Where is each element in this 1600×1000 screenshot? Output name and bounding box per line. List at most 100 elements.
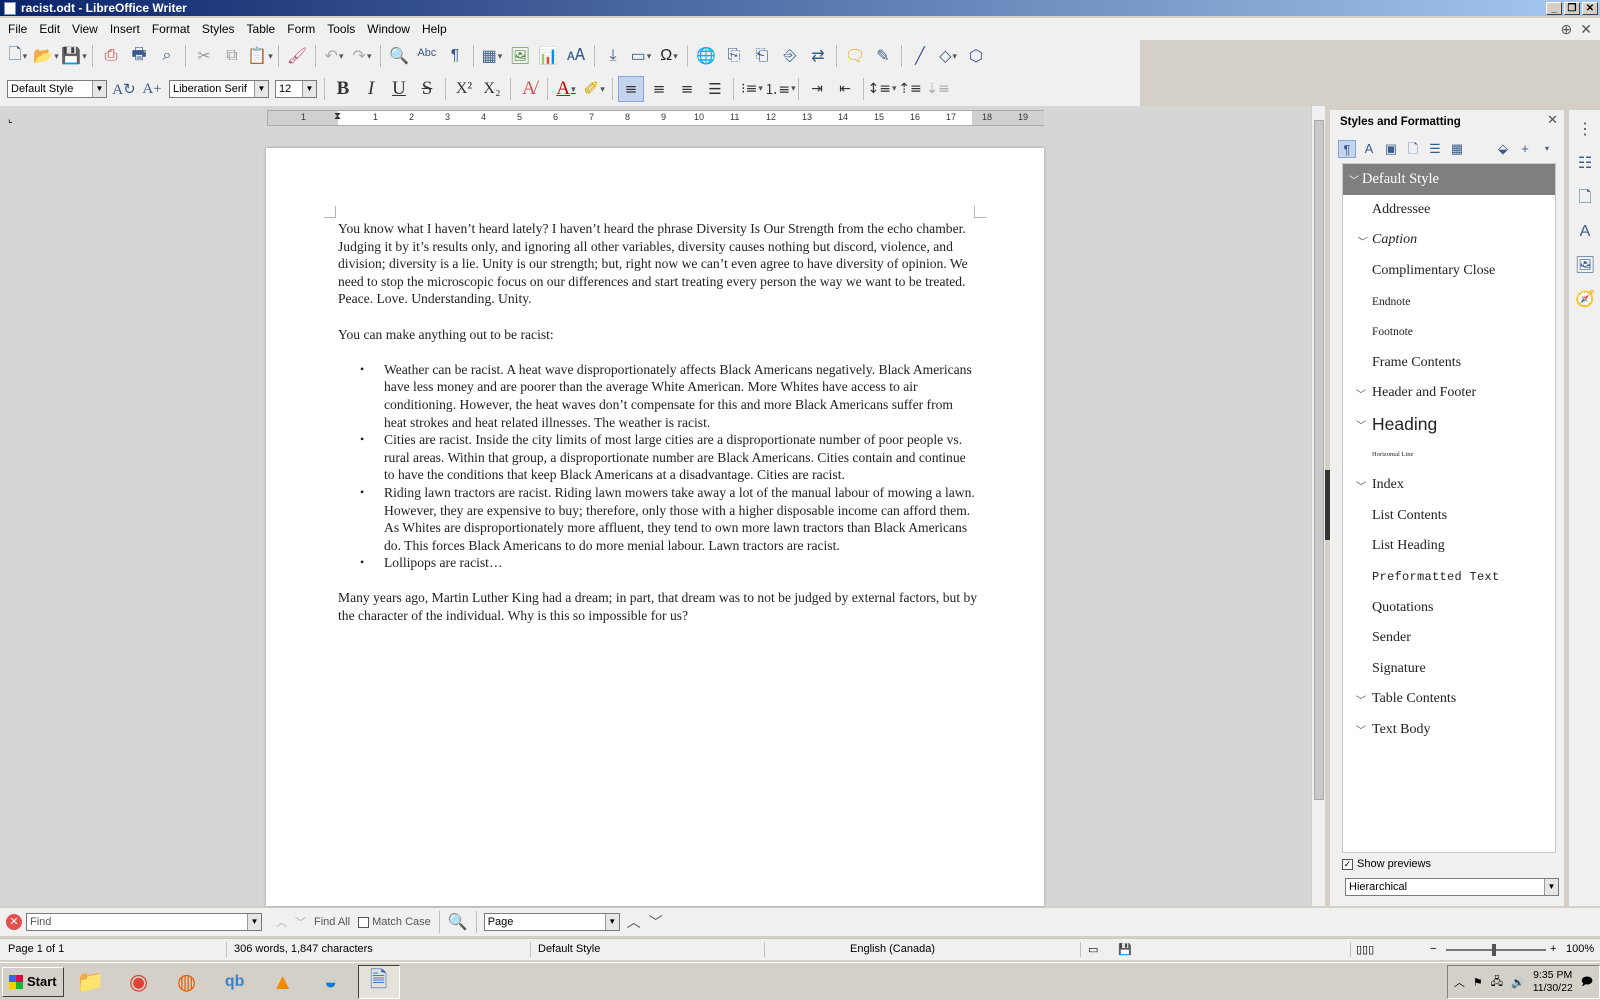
styles-list[interactable]: ﹀ Default Style Addressee ﹀ Caption Complimen…	[1342, 163, 1556, 853]
restore-button[interactable]: ❐	[1564, 1, 1580, 15]
expand-icon[interactable]: ﹀	[1356, 417, 1366, 432]
checkbox[interactable]: ✓	[1342, 858, 1353, 870]
chevron-down-icon[interactable]: ▼	[1544, 879, 1558, 895]
chevron-down-icon[interactable]: ▼	[254, 81, 268, 97]
search-scope-combo[interactable]: Page ▼	[483, 913, 620, 931]
menu-window[interactable]: Window	[361, 18, 416, 40]
paragraph[interactable]: You can make anything out to be racist:	[338, 326, 978, 344]
notification-icon[interactable]: 🗩	[1581, 973, 1593, 992]
copy-icon[interactable]: ⧉	[219, 43, 245, 69]
print-icon[interactable]: 🖶	[126, 43, 152, 69]
menu-format[interactable]: Format	[146, 18, 196, 40]
style-item[interactable]: ﹀ Heading	[1343, 409, 1555, 440]
increase-paragraph-spacing-icon[interactable]: ⇡≡	[897, 76, 923, 102]
show-hidden-icons-icon[interactable]: ︿	[1454, 974, 1465, 990]
navigate-up-icon[interactable]: ︿	[627, 912, 641, 932]
font-size-combo[interactable]: 12 ▼	[275, 80, 317, 98]
menu-file[interactable]: File	[2, 18, 33, 40]
globe-icon[interactable]: ⊕	[1561, 21, 1573, 38]
find-replace-icon[interactable]: 🔍	[386, 43, 412, 69]
checkbox[interactable]	[358, 916, 370, 928]
close-findbar-icon[interactable]: ✕	[6, 914, 22, 930]
find-next-icon[interactable]: ﹀	[295, 914, 306, 930]
comment-icon[interactable]: 🗨	[842, 43, 868, 69]
list-item[interactable]: Cities are racist. Inside the city limit…	[360, 431, 978, 484]
style-item[interactable]: Horizontal Line	[1343, 439, 1555, 470]
vlc-icon[interactable]: ▲	[262, 965, 304, 999]
start-button[interactable]: Start	[2, 966, 64, 997]
superscript-icon[interactable]: X²	[451, 76, 477, 102]
style-item[interactable]: Preformatted Text	[1343, 562, 1555, 593]
find-input[interactable]: Find ▼	[26, 913, 262, 931]
network-icon[interactable]: 🖧	[1491, 973, 1503, 992]
clone-formatting-icon[interactable]: 🖌	[284, 43, 310, 69]
vertical-scrollbar[interactable]	[1311, 106, 1325, 906]
style-item[interactable]: Quotations	[1343, 592, 1555, 623]
list-item[interactable]: Lollipops are racist…	[360, 554, 978, 572]
clock[interactable]: 9:35 PM 11/30/22	[1533, 969, 1573, 995]
hyperlink-icon[interactable]: 🌐	[693, 43, 719, 69]
style-item[interactable]: List Heading	[1343, 531, 1555, 562]
libreoffice-writer-icon[interactable]: 🗎	[357, 964, 400, 999]
insert-field-icon[interactable]: ▭	[628, 43, 654, 69]
selection-mode-icon[interactable]: ▭	[1088, 943, 1098, 956]
insert-textbox-icon[interactable]: 🗚	[563, 43, 589, 69]
list-item[interactable]: Riding lawn tractors are racist. Riding …	[360, 484, 978, 554]
list-item[interactable]: Weather can be racist. A heat wave dispr…	[360, 361, 978, 431]
find-previous-icon[interactable]: ︿	[276, 914, 287, 930]
volume-icon[interactable]: 🔊	[1511, 976, 1525, 989]
document-body[interactable]: You know what I haven’t heard lately? I …	[338, 220, 978, 642]
decrease-indent-icon[interactable]: ⇤	[832, 76, 858, 102]
decrease-paragraph-spacing-icon[interactable]: ⇣≡	[925, 76, 951, 102]
navigator-icon[interactable]: 🧭	[1573, 288, 1597, 312]
chevron-down-icon[interactable]: ▼	[92, 81, 106, 97]
spelling-icon[interactable]: ᴬᵇᶜ	[414, 43, 440, 69]
italic-icon[interactable]: I	[358, 76, 384, 102]
style-item[interactable]: ﹀ Table Contents	[1343, 684, 1555, 715]
action-center-flag-icon[interactable]: ⚑	[1473, 976, 1483, 989]
paragraph[interactable]: Many years ago, Martin Luther King had a…	[338, 589, 978, 624]
zoom-in-icon[interactable]: +	[1550, 943, 1556, 955]
insert-table-icon[interactable]: ▦	[479, 43, 505, 69]
zoom-level[interactable]: 100%	[1566, 943, 1594, 955]
font-color-icon[interactable]: A	[553, 76, 579, 102]
tab-stop-icon[interactable]: ⌞	[8, 114, 13, 125]
cross-reference-icon[interactable]: ⇄	[805, 43, 831, 69]
basic-shapes-icon[interactable]: ◇	[935, 43, 961, 69]
chevron-down-icon[interactable]: ▼	[302, 81, 316, 97]
save-icon[interactable]: 💾	[61, 43, 87, 69]
style-item[interactable]: ﹀ Index	[1343, 470, 1555, 501]
ordered-list-icon[interactable]: ⒈≡	[764, 76, 793, 102]
close-icon[interactable]: ✕	[1547, 112, 1558, 128]
zoom-out-icon[interactable]: −	[1430, 943, 1436, 955]
language[interactable]: English (Canada)	[850, 943, 935, 955]
clear-formatting-icon[interactable]: A̸	[516, 76, 542, 102]
open-folder-icon[interactable]: 📂	[33, 43, 59, 69]
page-styles-icon[interactable]: 🗋	[1404, 140, 1422, 158]
style-item[interactable]: ﹀ Caption	[1343, 225, 1555, 256]
expand-icon[interactable]: ﹀	[1356, 692, 1366, 707]
font-name-combo[interactable]: Liberation Serif ▼	[169, 80, 269, 98]
update-style-icon[interactable]: A↻	[111, 76, 137, 102]
paragraph-styles-icon[interactable]: ¶	[1338, 140, 1356, 158]
close-document-icon[interactable]: ✕	[1580, 21, 1592, 38]
formatting-marks-icon[interactable]: ¶	[442, 43, 468, 69]
print-preview-icon[interactable]: ⌕	[154, 43, 180, 69]
menu-icon[interactable]: ⋮	[1573, 118, 1597, 142]
expand-icon[interactable]: ﹀	[1349, 172, 1359, 187]
file-explorer-icon[interactable]: 📁	[70, 965, 112, 999]
line-spacing-icon[interactable]: ↕≡	[868, 76, 895, 102]
zoom-slider[interactable]	[1446, 944, 1546, 956]
find-all-button[interactable]: Find All	[314, 916, 350, 928]
gallery-icon[interactable]: 🖼	[1573, 254, 1597, 278]
subscript-icon[interactable]: X₂	[479, 76, 505, 102]
styles-icon[interactable]: A	[1573, 220, 1597, 244]
increase-indent-icon[interactable]: ⇥	[804, 76, 830, 102]
style-item[interactable]: Complimentary Close	[1343, 256, 1555, 287]
chrome-icon[interactable]: ◉	[118, 965, 160, 999]
page-break-icon[interactable]: ⤓	[600, 43, 626, 69]
align-left-icon[interactable]: ≡	[618, 76, 644, 102]
menu-view[interactable]: View	[66, 18, 104, 40]
style-item[interactable]: List Contents	[1343, 501, 1555, 532]
qbittorrent-icon[interactable]: qb	[214, 965, 256, 999]
